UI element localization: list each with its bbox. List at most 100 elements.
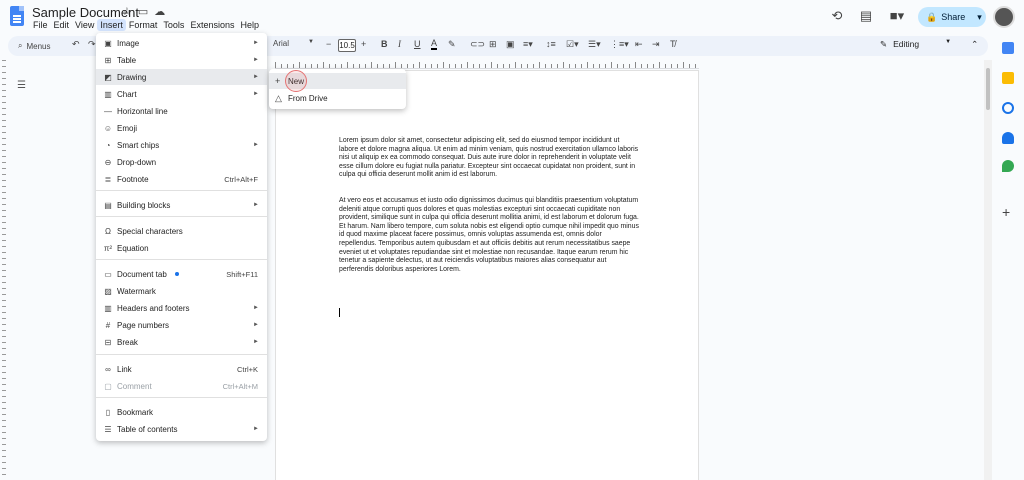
submenu-arrow-icon: ►: [253, 57, 259, 63]
menu-extensions[interactable]: Extensions: [187, 19, 237, 31]
redo-icon[interactable]: ↷: [88, 39, 96, 50]
menu-item-table-of-contents[interactable]: ☰ Table of contents ►: [96, 421, 267, 437]
ruler-tick: [2, 162, 6, 163]
ruler-tick: [2, 306, 6, 307]
ruler-tick: [593, 64, 594, 68]
menu-item-table[interactable]: ⊞ Table ►: [96, 52, 267, 68]
ruler-tick: [623, 64, 624, 68]
star-icon[interactable]: ☆: [122, 5, 132, 18]
bulleted-list-icon[interactable]: ☰▾: [588, 39, 601, 50]
font-select[interactable]: Arial: [273, 39, 289, 48]
clear-formatting-icon[interactable]: T̸: [670, 39, 676, 49]
share-dropdown-icon[interactable]: ▾: [977, 12, 982, 23]
avatar[interactable]: [993, 6, 1015, 28]
maps-icon[interactable]: [1002, 160, 1014, 172]
menu-item-chart[interactable]: ▥ Chart ►: [96, 86, 267, 102]
checklist-icon[interactable]: ☑▾: [566, 39, 579, 50]
ruler-tick: [539, 62, 540, 68]
ruler-tick: [2, 234, 6, 235]
menu-item-document-tab[interactable]: ▭ Document tab Shift+F11: [96, 266, 267, 282]
ruler-tick: [299, 62, 300, 68]
comment-add-icon[interactable]: ⊞: [489, 39, 497, 50]
text-color-icon[interactable]: A: [431, 39, 438, 50]
menu-item-break[interactable]: ⊟ Break ►: [96, 334, 267, 350]
font-size-input[interactable]: 10.5: [338, 39, 356, 52]
scrollbar-thumb[interactable]: [986, 68, 990, 110]
share-button[interactable]: 🔒 Share ▾: [918, 7, 986, 27]
plus-icon: +: [275, 76, 281, 86]
image-insert-icon[interactable]: ▣: [506, 39, 515, 50]
history-icon[interactable]: ⟲: [829, 8, 845, 24]
document-page[interactable]: [275, 70, 699, 480]
font-dropdown-icon[interactable]: ▼: [308, 39, 314, 45]
numbered-list-icon[interactable]: ⋮≡▾: [610, 39, 629, 50]
cloud-status-icon[interactable]: ☁: [154, 5, 165, 18]
menu-help[interactable]: Help: [237, 19, 262, 31]
menu-edit[interactable]: Edit: [51, 19, 73, 31]
undo-icon[interactable]: ↶: [72, 39, 80, 50]
highlight-icon[interactable]: ✎: [448, 39, 456, 50]
menu-item-footnote[interactable]: ≣ Footnote Ctrl+Alt+F: [96, 171, 267, 187]
link-icon[interactable]: ⊂⊃: [470, 39, 485, 50]
ruler-tick: [2, 438, 6, 439]
scrollbar[interactable]: [984, 60, 992, 480]
menu-item-drawing[interactable]: ◩ Drawing ►: [96, 69, 267, 85]
menu-item-bookmark[interactable]: ▯ Bookmark: [96, 404, 267, 420]
contacts-icon[interactable]: [1002, 132, 1014, 144]
ruler-tick: [2, 372, 6, 373]
ruler-tick: [533, 64, 534, 68]
menu-item-link[interactable]: ∞ Link Ctrl+K: [96, 361, 267, 377]
menu-item-building-blocks[interactable]: ▤ Building blocks ►: [96, 197, 267, 213]
ruler-tick: [641, 64, 642, 68]
menu-item-emoji[interactable]: ☺ Emoji: [96, 120, 267, 136]
body-paragraph-2[interactable]: At vero eos et accusamus et iusto odio d…: [339, 197, 639, 274]
document-outline-icon[interactable]: ☰: [17, 80, 37, 96]
comments-icon[interactable]: ▤: [858, 8, 874, 24]
ruler-tick: [2, 462, 6, 463]
submenu-arrow-icon: ►: [253, 305, 259, 311]
increase-font-icon[interactable]: +: [361, 39, 366, 49]
calendar-icon[interactable]: [1002, 42, 1014, 54]
horizontal-ruler[interactable]: [275, 57, 699, 69]
meet-icon[interactable]: ■▾: [886, 8, 908, 24]
keep-icon[interactable]: [1002, 72, 1014, 84]
align-icon[interactable]: ≡▾: [523, 39, 533, 50]
ruler-tick: [2, 168, 6, 169]
ruler-tick: [2, 78, 6, 79]
docs-logo-icon[interactable]: [10, 6, 24, 26]
menu-insert[interactable]: Insert: [97, 19, 126, 31]
menu-view[interactable]: View: [72, 19, 97, 31]
menu-item-image[interactable]: ▣ Image ►: [96, 35, 267, 51]
italic-icon[interactable]: I: [398, 39, 401, 49]
vertical-ruler[interactable]: [0, 60, 8, 480]
menu-item-smart-chips[interactable]: ◔ Smart chips ►: [96, 137, 267, 153]
menu-item-dropdown[interactable]: ⊖ Drop-down: [96, 154, 267, 170]
menu-item-special-characters[interactable]: Ω Special characters: [96, 223, 267, 239]
submenu-item-from-drive[interactable]: △ From Drive: [269, 90, 406, 106]
comment-icon: ▢: [104, 381, 112, 391]
menu-item-watermark[interactable]: ▨ Watermark: [96, 283, 267, 299]
body-paragraph-1[interactable]: Lorem ipsum dolor sit amet, consectetur …: [339, 137, 639, 180]
menu-file[interactable]: File: [30, 19, 51, 31]
collapse-toolbar-icon[interactable]: ⌃: [971, 39, 978, 50]
get-addons-icon[interactable]: +: [1002, 205, 1014, 219]
folder-move-icon[interactable]: ▭: [138, 5, 148, 18]
mode-selector[interactable]: ✎ Editing ▼ ⌃: [880, 39, 978, 50]
menu-format[interactable]: Format: [126, 19, 161, 31]
menu-item-headers-footers[interactable]: ▥ Headers and footers ►: [96, 300, 267, 316]
ruler-tick: [455, 64, 456, 68]
bold-icon[interactable]: B: [381, 39, 388, 49]
decrease-indent-icon[interactable]: ⇤: [635, 39, 643, 50]
underline-icon[interactable]: U: [414, 39, 421, 49]
menus-search[interactable]: ⌕ Menus: [14, 38, 72, 54]
menu-item-page-numbers[interactable]: # Page numbers ►: [96, 317, 267, 333]
menu-item-horizontal-line[interactable]: — Horizontal line: [96, 103, 267, 119]
menu-tools[interactable]: Tools: [160, 19, 187, 31]
increase-indent-icon[interactable]: ⇥: [652, 39, 660, 50]
tasks-icon[interactable]: [1002, 102, 1014, 114]
click-indicator: [285, 70, 307, 92]
line-spacing-icon[interactable]: ↕≡: [546, 39, 556, 49]
menu-divider: [96, 259, 267, 260]
decrease-font-icon[interactable]: −: [326, 39, 331, 49]
menu-item-equation[interactable]: π² Equation: [96, 240, 267, 256]
